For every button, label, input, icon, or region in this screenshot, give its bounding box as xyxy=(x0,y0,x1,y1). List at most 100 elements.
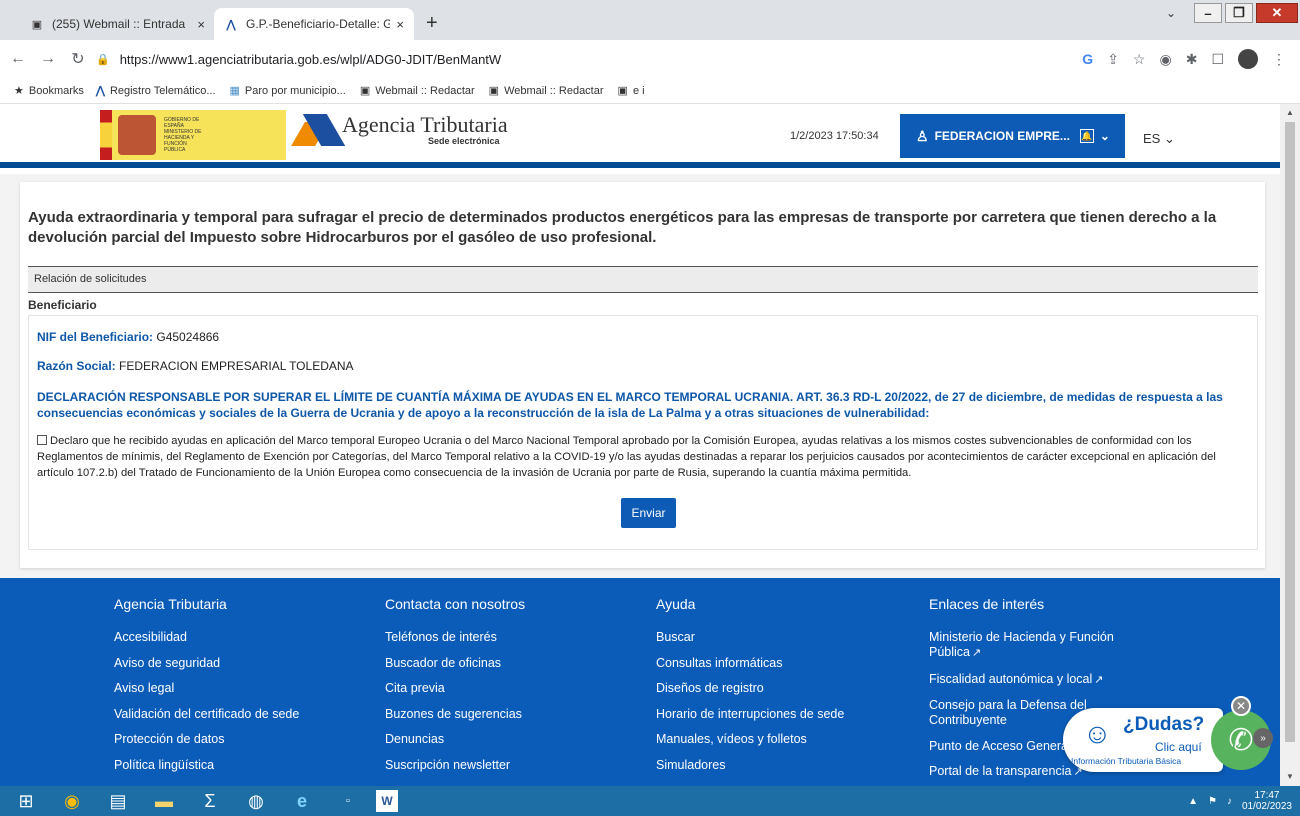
agencia-tributaria-icon: ⋀ xyxy=(226,18,236,31)
chrome-icon[interactable]: ◉ xyxy=(54,787,90,815)
expand-arrow-icon[interactable]: » xyxy=(1253,728,1273,748)
dudas-widget[interactable]: ☺ ¿Dudas? Clic aquí Información Tributar… xyxy=(1063,696,1273,776)
tray-chevron-icon[interactable]: ▲ xyxy=(1188,796,1198,807)
windows-taskbar: ⊞ ◉ ▤ ▬ Σ ◍ e ▫ W ▲ ⚑ ♪ 17:47 01/02/2023 xyxy=(0,786,1300,816)
system-clock[interactable]: 17:47 01/02/2023 xyxy=(1242,790,1292,812)
new-tab-button[interactable]: + xyxy=(426,12,438,35)
lock-icon[interactable]: 🔒 xyxy=(96,53,110,66)
relacion-solicitudes-link[interactable]: Relación de solicitudes xyxy=(28,266,1258,293)
close-icon[interactable]: × xyxy=(197,17,205,32)
page-scrollbar[interactable]: ▲ ▼ xyxy=(1280,104,1300,786)
beneficiario-panel: NIF del Beneficiario: G45024866 Razón So… xyxy=(28,315,1258,550)
footer-link[interactable]: Buscador de oficinas xyxy=(385,656,525,671)
footer-link[interactable]: Aviso legal xyxy=(114,681,299,696)
external-link-icon: ↗ xyxy=(1094,673,1104,686)
folder-icon[interactable]: ▬ xyxy=(146,787,182,815)
scroll-down-icon[interactable]: ▼ xyxy=(1286,772,1294,781)
footer-link[interactable]: Horario de interrupciones de sede xyxy=(656,707,844,722)
razon-social-field: Razón Social: FEDERACION EMPRESARIAL TOL… xyxy=(37,359,354,373)
forward-icon[interactable]: → xyxy=(36,50,60,68)
chart-icon: ▦ xyxy=(229,85,240,97)
user-menu-button[interactable]: ♙ FEDERACION EMPRE... 🔔 ⌄ xyxy=(900,114,1125,158)
declaracion-title: DECLARACIÓN RESPONSABLE POR SUPERAR EL L… xyxy=(37,390,1223,420)
footer-link[interactable]: Manuales, vídeos y folletos xyxy=(656,732,844,747)
user-icon: ♙ xyxy=(916,127,929,144)
footer-link[interactable]: Consultas informáticas xyxy=(656,656,844,671)
maximize-button[interactable]: ❐ xyxy=(1225,3,1253,23)
agencia-tributaria-icon xyxy=(291,114,346,146)
extension-icon[interactable]: ◉ xyxy=(1159,51,1171,68)
google-icon[interactable]: G xyxy=(1082,51,1093,67)
bookmarks-menu[interactable]: ★ Bookmarks xyxy=(14,84,84,98)
main-content: Ayuda extraordinaria y temporal para suf… xyxy=(0,174,1280,578)
footer-link[interactable]: Buscar xyxy=(656,630,844,645)
bookmark-registro[interactable]: ⋀ Registro Telemático... xyxy=(95,84,216,98)
window-app-icon[interactable]: ▫ xyxy=(330,787,366,815)
footer-link[interactable]: Fiscalidad autonómica y local ↗ xyxy=(929,672,1149,688)
dudas-box[interactable]: ☺ ¿Dudas? Clic aquí Información Tributar… xyxy=(1063,708,1223,772)
footer-link[interactable]: Diseños de registro xyxy=(656,681,844,696)
language-selector[interactable]: ES ⌄ xyxy=(1143,131,1175,147)
file-icon[interactable]: ▤ xyxy=(100,787,136,815)
word-icon[interactable]: W xyxy=(376,790,398,812)
content-card: Ayuda extraordinaria y temporal para suf… xyxy=(20,182,1265,568)
close-icon[interactable]: × xyxy=(396,17,404,32)
footer-link[interactable]: Cita previa xyxy=(385,681,525,696)
footer-link[interactable]: Buzones de sugerencias xyxy=(385,707,525,722)
url-input[interactable]: 🔒 https://www1.agenciatributaria.gob.es/… xyxy=(96,45,1056,73)
scroll-thumb[interactable] xyxy=(1285,122,1295,742)
star-icon[interactable]: ☆ xyxy=(1133,51,1146,68)
footer-link[interactable]: Aviso de seguridad xyxy=(114,656,299,671)
webmail-icon: ▣ xyxy=(617,85,628,97)
footer-link[interactable]: Simuladores xyxy=(656,758,844,773)
webmail-icon: ▣ xyxy=(359,85,371,97)
sigma-app-icon[interactable]: Σ xyxy=(192,787,228,815)
footer-link[interactable]: Validación del certificado de sede xyxy=(114,707,299,722)
declaracion-checkbox-row[interactable]: Declaro que he recibido ayudas en aplica… xyxy=(37,433,1252,481)
bookmark-webmail-2[interactable]: ▣ Webmail :: Redactar xyxy=(488,84,604,98)
network-icon[interactable]: ⚑ xyxy=(1208,796,1217,807)
agencia-tributaria-icon: ⋀ xyxy=(95,85,105,97)
footer-link[interactable]: Ministerio de Hacienda y Función Pública… xyxy=(929,630,1149,661)
share-icon[interactable]: ⇪ xyxy=(1107,51,1119,68)
enviar-button[interactable]: Enviar xyxy=(621,498,676,528)
windows-start-icon[interactable]: ⊞ xyxy=(8,787,44,815)
minimize-button[interactable]: – xyxy=(1194,3,1222,23)
tab-webmail[interactable]: ▣ (255) Webmail :: Entrada × xyxy=(20,8,215,40)
sidepanel-icon[interactable]: ☐ xyxy=(1211,51,1224,68)
bookmark-ei[interactable]: ▣ e i xyxy=(617,84,645,98)
tab-beneficiario[interactable]: ⋀ G.P.-Beneficiario-Detalle: G45024 × xyxy=(214,8,414,40)
back-icon[interactable]: ← xyxy=(6,50,30,68)
gobierno-logo[interactable]: GOBIERNO DE ESPAÑA MINISTERIO DE HACIEND… xyxy=(100,110,286,160)
globe-icon[interactable]: ◍ xyxy=(238,787,274,815)
footer-link[interactable]: Denuncias xyxy=(385,732,525,747)
window-controls: ⌄ – ❐ ✕ xyxy=(1166,0,1300,26)
internet-explorer-icon[interactable]: e xyxy=(284,787,320,815)
star-icon: ★ xyxy=(14,85,24,97)
bookmark-webmail-1[interactable]: ▣ Webmail :: Redactar xyxy=(359,84,475,98)
system-tray: ▲ ⚑ ♪ 17:47 01/02/2023 xyxy=(1188,790,1292,812)
menu-icon[interactable]: ⋮ xyxy=(1272,51,1286,68)
chevron-down-icon[interactable]: ⌄ xyxy=(1166,6,1176,20)
puzzle-icon[interactable]: ✱ xyxy=(1186,51,1198,68)
site-header: GOBIERNO DE ESPAÑA MINISTERIO DE HACIEND… xyxy=(0,104,1280,168)
scroll-up-icon[interactable]: ▲ xyxy=(1286,108,1294,117)
section-title: Beneficiario xyxy=(28,298,97,312)
reload-icon[interactable]: ↻ xyxy=(66,49,90,69)
notification-bell-icon[interactable]: 🔔 xyxy=(1079,129,1094,143)
close-window-button[interactable]: ✕ xyxy=(1256,3,1298,23)
footer-col-ayuda: Ayuda Buscar Consultas informáticas Dise… xyxy=(656,596,845,773)
footer-link[interactable]: Suscripción newsletter xyxy=(385,758,525,773)
volume-icon[interactable]: ♪ xyxy=(1227,796,1232,807)
footer-link[interactable]: Teléfonos de interés xyxy=(385,630,525,645)
close-icon[interactable]: ✕ xyxy=(1231,696,1251,716)
footer-link[interactable]: Accesibilidad xyxy=(114,630,299,645)
declaracion-checkbox[interactable] xyxy=(37,435,47,445)
footer-link[interactable]: Protección de datos xyxy=(114,732,299,747)
footer-link[interactable]: Política lingüística xyxy=(114,758,299,773)
agencia-tributaria-logo[interactable]: Agencia Tributaria Sede electrónica xyxy=(291,114,508,146)
chevron-down-icon: ⌄ xyxy=(1099,129,1110,143)
bookmark-paro[interactable]: ▦ Paro por municipio... xyxy=(229,84,346,98)
profile-avatar[interactable] xyxy=(1238,49,1258,69)
webmail-icon: ▣ xyxy=(488,85,500,97)
